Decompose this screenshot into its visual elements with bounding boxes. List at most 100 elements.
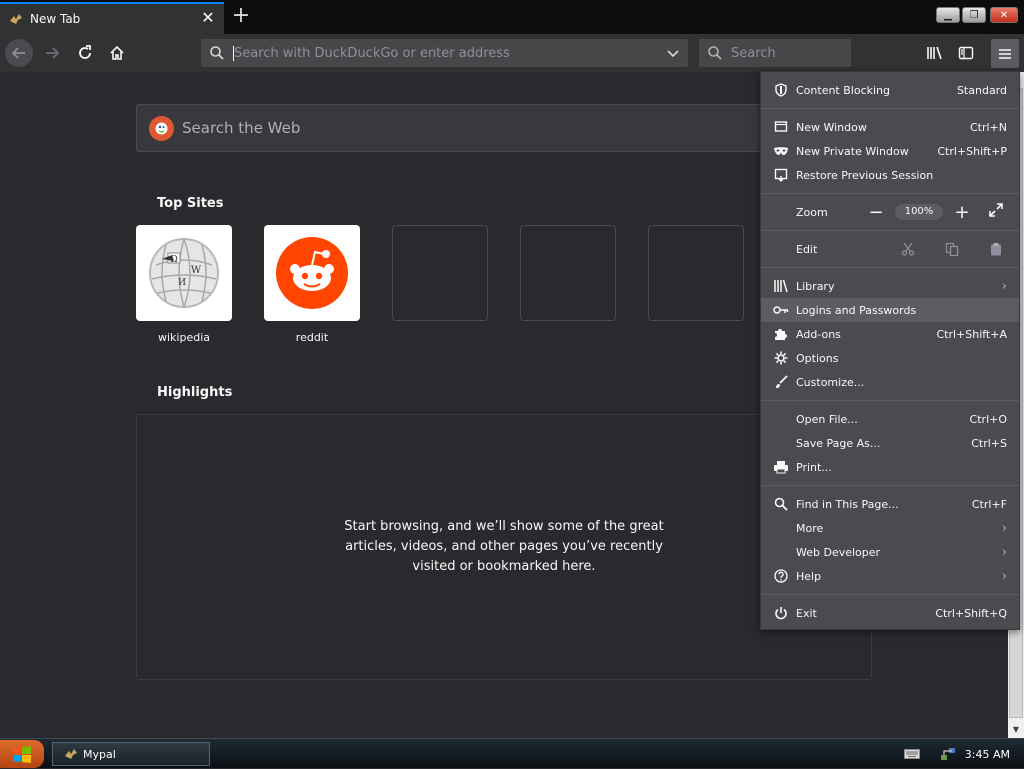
- menu-more[interactable]: More ›: [761, 516, 1019, 540]
- highlights-message: Start browsing, and we’ll show some of t…: [344, 519, 664, 574]
- menu-exit[interactable]: Exit Ctrl+Shift+Q: [761, 601, 1019, 625]
- zoom-out-button[interactable]: −: [865, 202, 887, 223]
- maximize-button[interactable]: ❐: [962, 7, 986, 23]
- new-tab-button[interactable]: +: [228, 4, 254, 30]
- printer-icon: [773, 459, 789, 475]
- menu-web-developer[interactable]: Web Developer ›: [761, 540, 1019, 564]
- key-icon: [773, 302, 789, 318]
- top-site-empty[interactable]: [648, 225, 744, 321]
- menu-label: Save Page As...: [796, 436, 881, 450]
- zoom-in-button[interactable]: +: [951, 202, 973, 223]
- menu-separator: [761, 485, 1019, 486]
- menu-library[interactable]: Library ›: [761, 274, 1019, 298]
- search-bar[interactable]: Search: [699, 39, 851, 67]
- menu-shortcut: Ctrl+Shift+P: [937, 144, 1007, 158]
- menu-label: Zoom: [796, 205, 828, 219]
- sidebar-icon: [958, 46, 974, 60]
- menu-label: Restore Previous Session: [796, 168, 934, 182]
- forward-arrow-icon: [46, 47, 60, 59]
- paintbrush-icon: [773, 374, 789, 390]
- menu-label: Find in This Page...: [796, 497, 899, 511]
- library-button[interactable]: [922, 40, 948, 66]
- address-bar[interactable]: Search with DuckDuckGo or enter address: [201, 39, 688, 67]
- menu-open-file[interactable]: Open File... Ctrl+O: [761, 407, 1019, 431]
- zoom-controls: − 100% +: [865, 202, 1007, 223]
- new-window-icon: [773, 119, 789, 135]
- wikipedia-icon: Ω W И: [149, 238, 219, 308]
- menu-label: Options: [796, 351, 839, 365]
- tab-close-icon[interactable]: ✕: [200, 10, 216, 27]
- address-input[interactable]: Search with DuckDuckGo or enter address: [234, 46, 666, 61]
- sidebar-button[interactable]: [953, 40, 979, 66]
- menu-logins-passwords[interactable]: Logins and Passwords: [761, 298, 1019, 322]
- scroll-down-icon[interactable]: ▼: [1008, 722, 1024, 738]
- copy-icon: [945, 242, 959, 256]
- fullscreen-button[interactable]: [985, 202, 1007, 223]
- start-button[interactable]: [0, 740, 44, 768]
- menu-separator: [761, 230, 1019, 231]
- menu-save-page[interactable]: Save Page As... Ctrl+S: [761, 431, 1019, 455]
- top-site-empty[interactable]: [520, 225, 616, 321]
- close-window-button[interactable]: ✕: [990, 7, 1018, 23]
- edit-controls: [875, 239, 1007, 259]
- menu-label: Logins and Passwords: [796, 303, 917, 317]
- menu-edit: Edit: [761, 237, 1019, 261]
- menu-print[interactable]: Print...: [761, 455, 1019, 479]
- menu-shortcut: Ctrl+O: [969, 412, 1007, 426]
- menu-options[interactable]: Options: [761, 346, 1019, 370]
- clock[interactable]: 3:45 AM: [965, 748, 1010, 761]
- cut-button[interactable]: [897, 239, 919, 259]
- system-tray: 3:45 AM: [903, 739, 1024, 769]
- taskbar-app-mypal[interactable]: Mypal: [52, 742, 210, 766]
- menu-new-private-window[interactable]: New Private Window Ctrl+Shift+P: [761, 139, 1019, 163]
- menu-addons[interactable]: Add-ons Ctrl+Shift+A: [761, 322, 1019, 346]
- hamburger-icon: [999, 48, 1011, 59]
- menu-shortcut: Ctrl+Shift+A: [936, 327, 1007, 341]
- mypal-icon: [8, 11, 24, 27]
- menu-shortcut: Ctrl+S: [971, 436, 1007, 450]
- home-button[interactable]: [103, 39, 131, 67]
- menu-restore-session[interactable]: Restore Previous Session: [761, 163, 1019, 187]
- menu-label: More: [796, 521, 824, 535]
- menu-content-blocking[interactable]: Content Blocking Standard: [761, 78, 1019, 102]
- network-icon[interactable]: [939, 745, 957, 763]
- menu-customize[interactable]: Customize...: [761, 370, 1019, 394]
- help-icon: [773, 568, 789, 584]
- app-menu-button[interactable]: [991, 39, 1019, 68]
- reload-button[interactable]: [71, 39, 99, 67]
- menu-separator: [761, 108, 1019, 109]
- menu-label: New Window: [796, 120, 867, 134]
- minimize-button[interactable]: ▁: [936, 7, 960, 23]
- zoom-reset-button[interactable]: 100%: [895, 204, 943, 220]
- nav-toolbar: Search with DuckDuckGo or enter address …: [0, 34, 1024, 72]
- search-icon: [773, 496, 789, 512]
- top-site-empty[interactable]: [392, 225, 488, 321]
- chevron-right-icon: ›: [1001, 544, 1007, 560]
- app-menu-panel: Content Blocking Standard New Window Ctr…: [760, 71, 1020, 630]
- menu-find[interactable]: Find in This Page... Ctrl+F: [761, 492, 1019, 516]
- top-site-wikipedia[interactable]: Ω W И: [136, 225, 232, 321]
- menu-shortcut: Ctrl+N: [969, 120, 1007, 134]
- forward-button[interactable]: [38, 39, 66, 67]
- paste-button[interactable]: [985, 239, 1007, 259]
- menu-label: New Private Window: [796, 144, 909, 158]
- highlights-title: Highlights: [157, 385, 233, 400]
- chevron-right-icon: ›: [1001, 278, 1007, 294]
- keyboard-icon[interactable]: [903, 745, 921, 763]
- tab-new-tab[interactable]: New Tab ✕: [0, 2, 224, 34]
- web-search-input[interactable]: Search the Web: [182, 119, 300, 137]
- tab-title: New Tab: [30, 12, 81, 26]
- shield-icon: [773, 82, 789, 98]
- copy-button[interactable]: [941, 239, 963, 259]
- search-input[interactable]: Search: [731, 46, 776, 61]
- web-search-box[interactable]: Search the Web: [136, 104, 776, 152]
- menu-new-window[interactable]: New Window Ctrl+N: [761, 115, 1019, 139]
- menu-shortcut: Ctrl+Shift+Q: [935, 606, 1007, 620]
- back-button[interactable]: [5, 39, 33, 67]
- library-icon: [927, 46, 942, 60]
- menu-help[interactable]: Help ›: [761, 564, 1019, 588]
- chevron-right-icon: ›: [1001, 520, 1007, 536]
- top-site-reddit[interactable]: [264, 225, 360, 321]
